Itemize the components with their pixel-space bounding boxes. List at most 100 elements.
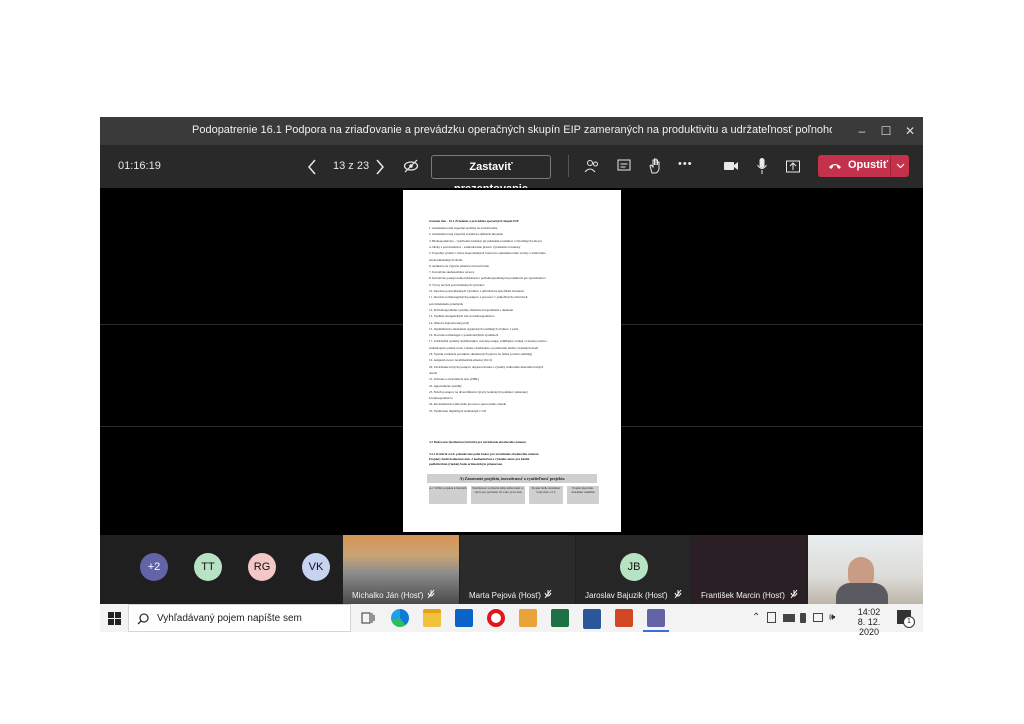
participant-avatar[interactable]: TT — [194, 553, 222, 581]
chevron-left-icon[interactable] — [307, 159, 317, 175]
stage-grid-line — [621, 426, 923, 427]
video-tile[interactable]: Michalko Ján (Hosť) — [343, 535, 459, 604]
topic-list-item: environmentálnych záťaží — [429, 257, 463, 262]
topic-list-item: 3. Biohospodárstvo - využívanie biomasy … — [429, 238, 543, 243]
taskbar-clock[interactable]: 14:02 8. 12. 2020 — [849, 607, 889, 637]
participant-avatar[interactable]: VK — [302, 553, 330, 581]
topic-list-item: 23. Návrh postupov na diverzifikáciu výr… — [429, 389, 528, 394]
hide-view-icon[interactable] — [403, 158, 419, 174]
windows-start-icon[interactable] — [108, 612, 121, 625]
video-tile[interactable]: JB Jaroslav Bajuzik (Hosť) — [576, 535, 691, 604]
show-hidden-icons-icon[interactable]: ⌃ — [752, 612, 760, 623]
topic-list-item: 16. Precízne technológie v poznávaní/živ… — [429, 333, 499, 338]
task-view-icon[interactable] — [361, 611, 375, 625]
topic-list-item: 22. Agrolesnícke systémy — [429, 383, 462, 388]
clock-date: 8. 12. 2020 — [857, 617, 881, 637]
topic-list-item: 17. Udržateľné systémy dodržiavajúce ose… — [429, 339, 547, 344]
maximize-button[interactable]: ☐ — [876, 121, 896, 141]
camera-icon[interactable] — [723, 159, 739, 173]
word-icon[interactable] — [583, 609, 601, 629]
raise-hand-icon[interactable] — [647, 157, 663, 175]
section-title: 3.2 Bodovacie (hodnotiace) kritériá pre … — [429, 440, 526, 444]
video-tile[interactable]: Marta Pejová (Hosť) — [460, 535, 575, 604]
stage-grid-line — [621, 324, 923, 325]
topic-list-item: 15. Optimalizácia zakladania organických… — [429, 326, 519, 331]
table-cell: Nadväznosť na hlavné témy definované vo … — [471, 486, 525, 504]
topic-list-item: potravinárskeho priemyslu — [429, 301, 464, 306]
participant-name: Jaroslav Bajuzik (Hosť) — [585, 591, 668, 600]
more-participants-avatar[interactable]: +2 — [140, 553, 168, 581]
edge-browser-icon[interactable] — [391, 609, 409, 627]
battery-icon[interactable] — [783, 614, 795, 622]
topic-list-item: 24. Racionalizácia ťažbového procesu a s… — [429, 402, 507, 407]
document-heading: Zoznam tém - 16.1 Zriadenie a prevádzka … — [429, 219, 519, 223]
criteria-title: 3.2.1 Kritériá a ich. pohadované pofet b… — [429, 452, 539, 456]
more-options-button[interactable]: ••• — [678, 158, 693, 170]
office-app-icon[interactable] — [519, 609, 537, 627]
participants-icon[interactable] — [584, 158, 600, 174]
topic-list-item: 1. Automatizované expertné systémy na za… — [429, 226, 498, 230]
chevron-down-icon[interactable] — [896, 163, 905, 169]
topic-list-item: 25. Využívanie digitálnych technológií v… — [429, 408, 486, 413]
leave-label: Opustiť — [848, 159, 889, 171]
hang-up-icon — [829, 164, 841, 169]
topic-list-item: drevín — [429, 370, 438, 375]
meeting-timer: 01:16:19 — [118, 160, 161, 172]
person-body — [836, 583, 888, 604]
volume-icon[interactable]: 🕪 — [829, 612, 835, 623]
topic-list-item: 12. Poľnohospodárske systémy efektívne h… — [429, 307, 514, 312]
chat-icon[interactable] — [616, 158, 632, 174]
mic-muted-icon — [674, 589, 682, 599]
minimize-button[interactable]: – — [852, 121, 872, 141]
topic-list-item: 8. Inovatívne poskytovanie informácií o … — [429, 276, 546, 281]
taskbar-search-input[interactable]: Vyhľadávaný pojem napíšte sem — [128, 604, 351, 632]
table-cell: Projekt môže dosiahnuť body max. 15 b — [529, 486, 563, 504]
shared-content-stage: Zoznam tém - 16.1 Zriadenie a prevádzka … — [100, 188, 923, 535]
participant-name: Marta Pejová (Hosť) — [469, 591, 541, 600]
window-title: Podopatrenie 16.1 Podpora na zriaďovanie… — [192, 124, 832, 136]
self-video-tile[interactable] — [808, 535, 923, 604]
stage-grid-line — [100, 426, 403, 427]
page-indicator: 13 z 23 — [333, 160, 370, 172]
mail-icon[interactable] — [455, 609, 473, 627]
table-header: A) Zameranie projektu, inovatívnosť a vy… — [427, 474, 597, 483]
leave-divider — [890, 155, 891, 177]
shared-document-page: Zoznam tém - 16.1 Zriadenie a prevádzka … — [403, 190, 621, 532]
topic-list-item: 19. Adaptácia lesov na klimatickú zmenu … — [429, 358, 493, 363]
notification-center-icon[interactable]: 1 — [897, 610, 915, 628]
table-cell: A.1 Väčšie projektu k hlavným — [429, 486, 467, 504]
microphone-icon[interactable] — [756, 157, 768, 175]
mic-muted-icon — [544, 589, 552, 599]
clock-time: 14:02 — [857, 607, 881, 617]
wifi-icon[interactable] — [813, 613, 823, 622]
leave-button[interactable]: Opustiť — [818, 155, 909, 177]
share-screen-icon[interactable] — [785, 158, 801, 174]
mic-muted-icon — [427, 589, 435, 599]
network-icon[interactable] — [767, 612, 776, 623]
excel-icon[interactable] — [551, 609, 569, 627]
opera-browser-icon[interactable] — [487, 609, 505, 627]
powerpoint-icon[interactable] — [615, 609, 633, 627]
stop-presenting-button[interactable]: Zastaviť prezentovanie — [431, 155, 551, 195]
topic-list-item: 2. Automatizovaný expertný systém na apl… — [429, 232, 503, 237]
stage-grid-line — [100, 324, 403, 325]
topic-list-item: 14. Obnova degradovanej pôdy — [429, 320, 470, 325]
file-explorer-icon[interactable] — [423, 609, 441, 627]
participants-strip: +2 TT RG VK Michalko Ján (Hosť) Marta Pejov… — [100, 535, 923, 604]
topic-list-item: 4. Obaly z potravinárstva - zaskladovani… — [429, 244, 521, 249]
windows-taskbar: Vyhľadávaný pojem napíšte sem ⌃ 🕪 14:02 … — [100, 604, 923, 637]
topic-list-item: 21. Ochrana a revitalizácia lesa (19BL) — [429, 377, 480, 382]
participant-avatar[interactable]: RG — [248, 553, 276, 581]
criteria-text-2: podkritérium (riadok) bude aritmetickým … — [429, 462, 503, 466]
chevron-right-icon[interactable] — [375, 159, 385, 175]
teams-icon[interactable] — [647, 609, 665, 627]
close-window-button[interactable]: ✕ — [900, 121, 920, 141]
participant-name: František Marcin (Hosť) — [701, 591, 785, 600]
toolbar-divider — [568, 155, 569, 177]
video-tile[interactable]: František Marcin (Hosť) — [692, 535, 807, 604]
topic-list-item: 11. Inovácie technologických postupov a … — [429, 295, 528, 300]
topic-list-item: 18. Systém evidencie produkcie skleníkov… — [429, 352, 533, 356]
topic-list-item: 20. Zavádzanie nových postupov dopestová… — [429, 364, 544, 369]
usb-icon[interactable] — [800, 613, 806, 623]
topic-list-item: 10. Inovácie potravinárskych výrobkov s … — [429, 289, 525, 293]
